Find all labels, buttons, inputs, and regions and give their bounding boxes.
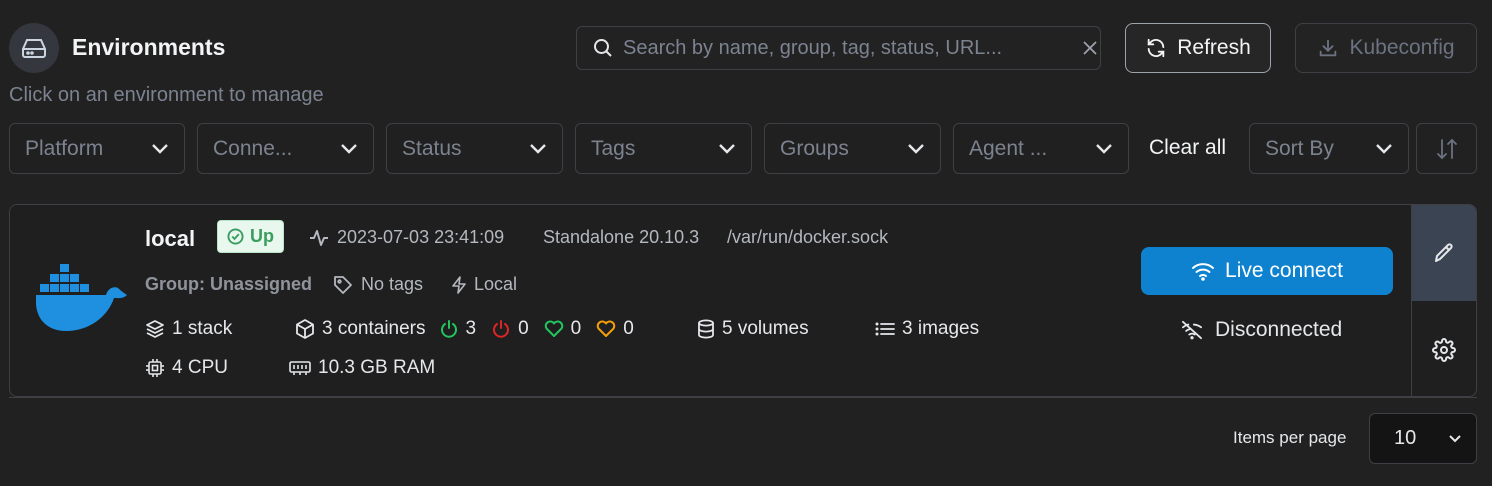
page-subtitle: Click on an environment to manage bbox=[9, 84, 324, 106]
live-connect-label: Live connect bbox=[1225, 259, 1343, 282]
refresh-button[interactable]: Refresh bbox=[1125, 23, 1271, 73]
refresh-icon bbox=[1145, 37, 1167, 59]
status-text: Up bbox=[250, 226, 274, 246]
memory-icon bbox=[289, 359, 311, 377]
environment-location: Local bbox=[452, 274, 517, 295]
items-per-page-label: Items per page bbox=[1233, 428, 1347, 447]
volumes-text: 5 volumes bbox=[722, 318, 809, 339]
search-input[interactable] bbox=[623, 36, 1063, 60]
clear-search-icon[interactable] bbox=[1083, 41, 1097, 55]
environment-tags: No tags bbox=[333, 274, 423, 295]
cpu-text: 4 CPU bbox=[172, 357, 228, 378]
page-title: Environments bbox=[72, 34, 226, 60]
ram-text: 10.3 GB RAM bbox=[318, 357, 436, 378]
wifi-icon bbox=[1191, 261, 1215, 281]
search-box[interactable] bbox=[576, 26, 1101, 70]
items-per-page-select[interactable]: 10 bbox=[1369, 413, 1477, 464]
unhealthy-heart-icon bbox=[596, 320, 616, 338]
cpu-icon bbox=[145, 358, 165, 378]
location-text: Local bbox=[474, 274, 518, 294]
environment-type: Standalone 20.10.3 bbox=[543, 227, 700, 247]
chevron-down-icon bbox=[529, 143, 547, 155]
refresh-label: Refresh bbox=[1177, 36, 1251, 59]
healthy-heart-icon bbox=[544, 320, 564, 338]
chevron-down-icon bbox=[340, 143, 358, 155]
docker-logo-icon bbox=[34, 264, 128, 337]
healthy-count: 0 bbox=[570, 318, 582, 339]
filter-label: Conne... bbox=[213, 136, 293, 160]
running-icon bbox=[439, 319, 459, 339]
tag-icon bbox=[333, 275, 353, 295]
container-count: 3 containers 3 0 0 0 bbox=[295, 318, 634, 340]
filter-label: Tags bbox=[591, 136, 636, 160]
unhealthy-count: 0 bbox=[623, 318, 634, 339]
zap-icon bbox=[452, 275, 466, 294]
filter-platform[interactable]: Platform bbox=[9, 123, 185, 174]
clear-all-button[interactable]: Clear all bbox=[1149, 136, 1226, 160]
settings-button[interactable] bbox=[1412, 301, 1476, 396]
images-text: 3 images bbox=[902, 318, 980, 339]
list-icon bbox=[875, 321, 895, 337]
filter-tags[interactable]: Tags bbox=[575, 123, 752, 174]
chevron-down-icon bbox=[907, 143, 925, 155]
filter-agent-version[interactable]: Agent ... bbox=[953, 123, 1129, 174]
kubeconfig-label: Kubeconfig bbox=[1349, 36, 1455, 59]
items-per-page-value: 10 bbox=[1394, 427, 1417, 449]
heartbeat: 2023-07-03 23:41:09 bbox=[309, 227, 504, 248]
stopped-count: 0 bbox=[518, 318, 529, 339]
sort-by-select[interactable]: Sort By bbox=[1249, 123, 1409, 174]
layers-icon bbox=[145, 319, 165, 339]
gear-icon bbox=[1432, 337, 1456, 362]
wifi-off-icon bbox=[1181, 320, 1203, 340]
cpu-count: 4 CPU bbox=[145, 357, 228, 379]
pencil-icon bbox=[1432, 241, 1456, 265]
chevron-down-icon bbox=[1375, 143, 1393, 155]
environment-name[interactable]: local bbox=[145, 226, 195, 252]
filter-connection[interactable]: Conne... bbox=[197, 123, 374, 174]
divider bbox=[9, 397, 1477, 398]
running-count: 3 bbox=[465, 318, 477, 339]
environment-url: /var/run/docker.sock bbox=[727, 227, 889, 247]
edit-button[interactable] bbox=[1412, 205, 1476, 301]
chevron-down-icon bbox=[151, 143, 169, 155]
stack-count: 1 stack bbox=[145, 318, 232, 340]
ram-amount: 10.3 GB RAM bbox=[289, 357, 435, 379]
filter-label: Status bbox=[402, 136, 462, 160]
chevron-down-icon bbox=[718, 143, 736, 155]
card-actions bbox=[1411, 205, 1476, 396]
stack-text: 1 stack bbox=[172, 318, 233, 339]
filter-label: Groups bbox=[780, 136, 849, 160]
environment-group: Group: Unassigned bbox=[145, 274, 313, 294]
kubeconfig-button[interactable]: Kubeconfig bbox=[1295, 23, 1477, 73]
volume-count: 5 volumes bbox=[697, 318, 809, 340]
chevron-down-icon bbox=[1448, 434, 1462, 444]
activity-icon bbox=[309, 229, 329, 247]
filter-groups[interactable]: Groups bbox=[764, 123, 941, 174]
heartbeat-text: 2023-07-03 23:41:09 bbox=[337, 227, 505, 247]
database-icon bbox=[697, 319, 715, 339]
environments-icon bbox=[9, 23, 59, 73]
image-count: 3 images bbox=[875, 318, 979, 340]
stopped-icon bbox=[491, 319, 511, 339]
search-icon bbox=[593, 38, 613, 58]
live-connect-button[interactable]: Live connect bbox=[1141, 247, 1393, 295]
sort-arrows-icon bbox=[1435, 138, 1459, 160]
tags-text: No tags bbox=[361, 274, 424, 294]
connection-status: Disconnected bbox=[1181, 318, 1342, 342]
status-badge: Up bbox=[217, 220, 284, 253]
containers-text: 3 containers bbox=[322, 318, 426, 339]
download-icon bbox=[1317, 37, 1339, 59]
filter-label: Agent ... bbox=[969, 136, 1048, 160]
chevron-down-icon bbox=[1095, 143, 1113, 155]
filter-label: Platform bbox=[25, 136, 104, 160]
box-icon bbox=[295, 319, 315, 339]
sort-direction-button[interactable] bbox=[1416, 123, 1477, 174]
sort-by-label: Sort By bbox=[1265, 136, 1334, 160]
connection-status-text: Disconnected bbox=[1215, 318, 1343, 341]
check-circle-icon bbox=[227, 228, 244, 245]
filter-status[interactable]: Status bbox=[386, 123, 563, 174]
